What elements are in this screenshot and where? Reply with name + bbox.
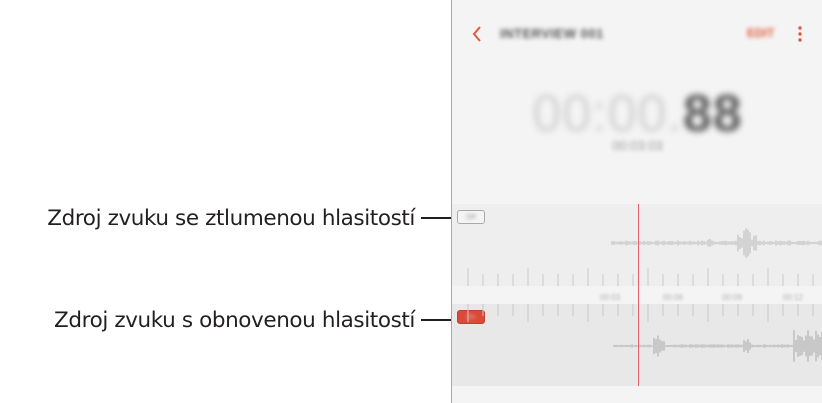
callout-leader-line [421, 319, 455, 321]
callout-muted-source: Zdroj zvuku se ztlumenou hlasitostí [0, 203, 455, 233]
playhead-line[interactable] [638, 204, 639, 386]
callout-leader-line [421, 217, 455, 219]
callout-restored-label: Zdroj zvuku s obnovenou hlasitostí [54, 307, 415, 333]
waveform-display [467, 228, 822, 362]
voice-recorder-screen: INTERVIEW 001 EDIT 00:00.88 00:03:03 Off… [451, 0, 822, 403]
callout-muted-label: Zdroj zvuku se ztlumenou hlasitostí [47, 205, 415, 231]
callout-restored-source: Zdroj zvuku s obnovenou hlasitostí [0, 305, 455, 335]
